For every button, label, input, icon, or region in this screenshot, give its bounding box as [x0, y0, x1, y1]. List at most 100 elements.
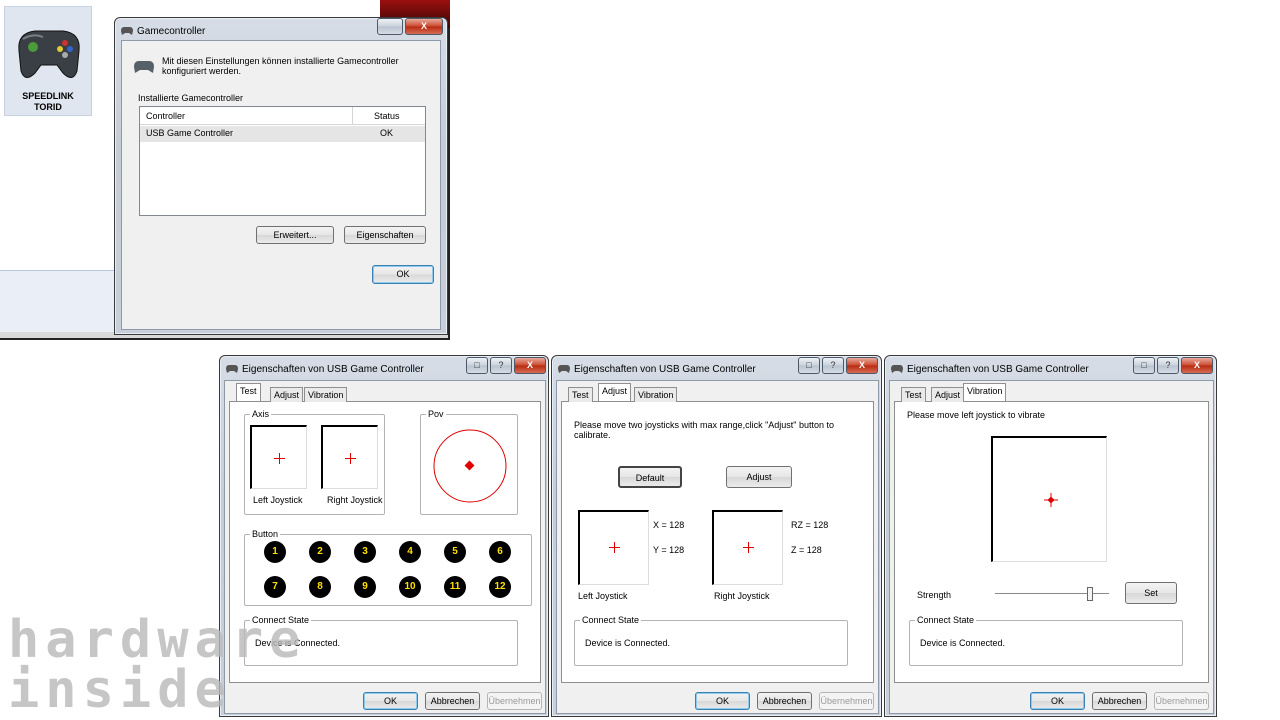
- adjust-button[interactable]: Adjust: [726, 466, 792, 488]
- connect-state-group: Connect State Device is Connected.: [574, 615, 848, 666]
- gamepad-icon: [18, 30, 80, 78]
- apply-button[interactable]: Übernehmen: [819, 692, 874, 710]
- vibration-instruction: Please move left joystick to vibrate: [907, 410, 1046, 420]
- left-joystick-label: Left Joystick: [578, 591, 628, 601]
- connect-state-text: Device is Connected.: [585, 638, 671, 648]
- window-client-area: Test Adjust Vibration Please move left j…: [889, 380, 1214, 714]
- intro-text: Mit diesen Einstellungen können installi…: [162, 56, 399, 76]
- x-value: X = 128: [653, 520, 685, 530]
- connect-state-group: Connect State Device is Connected.: [909, 615, 1183, 666]
- ok-button[interactable]: OK: [372, 265, 434, 284]
- rz-value: RZ = 128: [791, 520, 829, 530]
- restore-button[interactable]: □: [466, 357, 488, 374]
- window-title: Eigenschaften von USB Game Controller: [907, 364, 1089, 375]
- joystick-button-12: 12: [489, 576, 511, 598]
- default-button[interactable]: Default: [618, 466, 682, 488]
- help-button[interactable]: [377, 18, 403, 35]
- joystick-button-8: 8: [309, 576, 331, 598]
- window-client-area: Mit diesen Einstellungen können installi…: [121, 40, 441, 330]
- close-button[interactable]: X: [1181, 357, 1213, 374]
- help-button[interactable]: ?: [490, 357, 512, 374]
- desktop-icon-label: SPEEDLINK TORID: [22, 91, 74, 112]
- advanced-button[interactable]: Erweitert...: [256, 226, 334, 244]
- window-title: Gamecontroller: [137, 26, 206, 37]
- tab-vibration[interactable]: Vibration: [304, 387, 348, 402]
- window-client-area: Test Adjust Vibration Please move two jo…: [556, 380, 879, 714]
- cancel-button[interactable]: Abbrechen: [1092, 692, 1147, 710]
- help-button[interactable]: ?: [1157, 357, 1179, 374]
- pov-label: Pov: [426, 409, 446, 419]
- column-controller[interactable]: Controller: [146, 111, 185, 121]
- gamepad-icon: [891, 365, 903, 373]
- joystick-button-9: 9: [354, 576, 376, 598]
- list-item[interactable]: USB Game Controller OK: [140, 126, 425, 142]
- properties-window-vibration: Eigenschaften von USB Game Controller □ …: [884, 355, 1217, 717]
- left-joystick-crosshair: [274, 453, 285, 464]
- watermark-line-2: inside: [8, 660, 232, 720]
- apply-button[interactable]: Übernehmen: [1154, 692, 1209, 710]
- gamepad-icon: [558, 365, 570, 373]
- close-button[interactable]: X: [846, 357, 878, 374]
- axis-label: Axis: [250, 409, 272, 419]
- window-title: Eigenschaften von USB Game Controller: [574, 364, 756, 375]
- connect-state-text: Device is Connected.: [920, 638, 1006, 648]
- gamecontroller-window: Gamecontroller X Mit diesen Einstellunge…: [114, 17, 448, 335]
- strength-slider[interactable]: [995, 586, 1109, 602]
- tab-adjust[interactable]: Adjust: [598, 383, 632, 401]
- close-button[interactable]: X: [514, 357, 546, 374]
- column-divider: [352, 107, 353, 125]
- window-title: Eigenschaften von USB Game Controller: [242, 364, 424, 375]
- properties-button[interactable]: Eigenschaften: [344, 226, 426, 244]
- right-joystick-label: Right Joystick: [327, 495, 383, 505]
- controller-name: USB Game Controller: [146, 128, 234, 138]
- joystick-button-11: 11: [444, 576, 466, 598]
- set-button[interactable]: Set: [1125, 582, 1177, 604]
- gamepad-icon: [226, 365, 238, 373]
- tab-vibration[interactable]: Vibration: [634, 387, 678, 402]
- ok-button[interactable]: OK: [1030, 692, 1085, 710]
- tab-adjust[interactable]: Adjust: [270, 387, 304, 402]
- tab-test[interactable]: Test: [901, 387, 926, 402]
- ok-button[interactable]: OK: [363, 692, 418, 710]
- joystick-button-1: 1: [264, 541, 286, 563]
- button-label: Button: [250, 529, 281, 539]
- slider-thumb[interactable]: [1087, 587, 1093, 601]
- joystick-button-7: 7: [264, 576, 286, 598]
- adjust-instruction: Please move two joysticks with max range…: [574, 420, 834, 440]
- joystick-position-marker: [1044, 493, 1058, 507]
- joystick-button-6: 6: [489, 541, 511, 563]
- connect-state-label: Connect State: [915, 615, 977, 625]
- tab-panel: Test Adjust Vibration Please move two jo…: [561, 383, 874, 683]
- right-joystick-label: Right Joystick: [714, 591, 770, 601]
- tab-vibration[interactable]: Vibration: [963, 383, 1007, 401]
- left-joystick-label: Left Joystick: [253, 495, 303, 505]
- apply-button[interactable]: Übernehmen: [487, 692, 542, 710]
- button-group: Button 1 2 3 4 5 6 7 8 9 10 11 12: [244, 529, 532, 606]
- controller-list[interactable]: Controller Status USB Game Controller OK: [139, 106, 426, 216]
- left-joystick-crosshair: [609, 542, 620, 553]
- right-joystick-crosshair: [345, 453, 356, 464]
- right-joystick-crosshair: [743, 542, 754, 553]
- tab-test[interactable]: Test: [568, 387, 593, 402]
- restore-button[interactable]: □: [1133, 357, 1155, 374]
- close-button[interactable]: X: [405, 18, 443, 35]
- restore-button[interactable]: □: [798, 357, 820, 374]
- left-joystick-display: [578, 510, 649, 585]
- ok-button[interactable]: OK: [695, 692, 750, 710]
- tab-test[interactable]: Test: [236, 383, 261, 401]
- gamepad-icon: [134, 61, 154, 73]
- cancel-button[interactable]: Abbrechen: [757, 692, 812, 710]
- speedlink-desktop-icon[interactable]: SPEEDLINK TORID: [4, 6, 92, 116]
- y-value: Y = 128: [653, 545, 685, 555]
- cancel-button[interactable]: Abbrechen: [425, 692, 480, 710]
- controller-status: OK: [380, 128, 394, 138]
- list-header: Controller Status: [140, 107, 425, 125]
- column-status[interactable]: Status: [374, 111, 400, 121]
- pov-indicator: [433, 429, 507, 503]
- joystick-button-2: 2: [309, 541, 331, 563]
- tab-adjust[interactable]: Adjust: [931, 387, 965, 402]
- help-button[interactable]: ?: [822, 357, 844, 374]
- z-value: Z = 128: [791, 545, 822, 555]
- strength-label: Strength: [917, 590, 952, 600]
- left-joystick-display: [250, 425, 307, 489]
